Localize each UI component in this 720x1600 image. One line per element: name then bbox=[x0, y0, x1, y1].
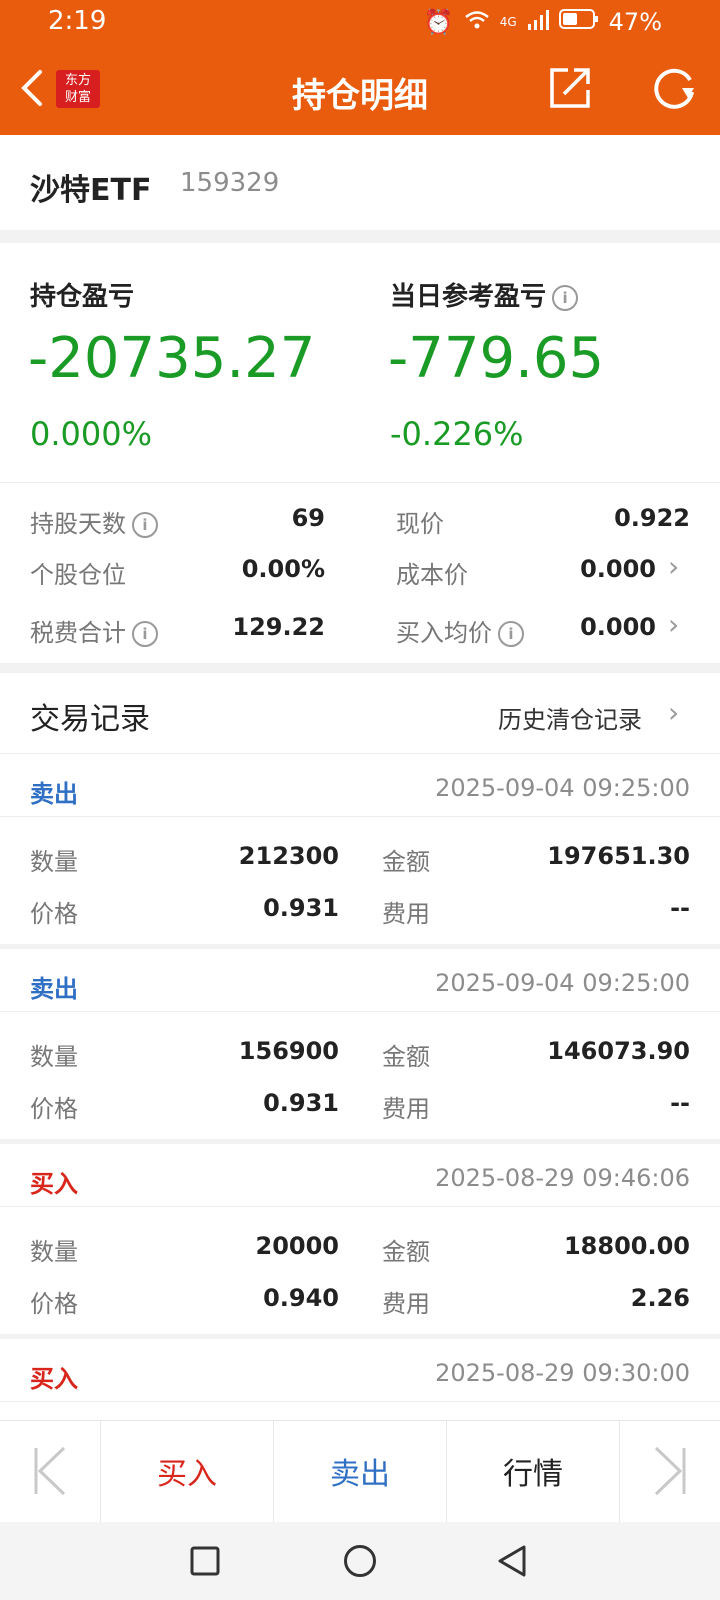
trade-time: 2025-09-04 09:25:00 bbox=[435, 969, 690, 997]
recent-apps-button[interactable] bbox=[190, 1546, 220, 1576]
price-label: 价格 bbox=[30, 900, 78, 928]
info-icon[interactable]: i bbox=[132, 621, 158, 647]
qty-value: 156900 bbox=[238, 1037, 339, 1065]
refresh-icon bbox=[654, 68, 694, 109]
holding-pl-value: -20735.27 bbox=[28, 326, 316, 391]
avg-value[interactable]: 0.000 bbox=[580, 613, 656, 641]
tax-label-wrap: 税费合计 i bbox=[30, 613, 158, 648]
trade-time: 2025-08-29 09:46:06 bbox=[435, 1164, 690, 1192]
fee-value: -- bbox=[670, 894, 690, 922]
skip-next-icon bbox=[654, 1446, 686, 1496]
trade-time: 2025-09-04 09:25:00 bbox=[435, 774, 690, 802]
status-time: 2:19 bbox=[48, 6, 107, 36]
amount-label: 金额 bbox=[382, 1238, 430, 1266]
share-icon bbox=[550, 68, 590, 108]
trade-records-title: 交易记录 bbox=[30, 702, 150, 737]
holding-pl-percent: 0.000% bbox=[30, 415, 153, 453]
cost-value[interactable]: 0.000 bbox=[580, 555, 656, 583]
divider bbox=[0, 482, 720, 483]
page-title: 持仓明细 bbox=[292, 76, 428, 116]
share-button[interactable] bbox=[548, 66, 592, 110]
qty-value: 212300 bbox=[238, 842, 339, 870]
next-stock-button[interactable] bbox=[620, 1420, 720, 1522]
price-label: 现价 bbox=[396, 510, 444, 538]
quote-button[interactable]: 行情 bbox=[447, 1420, 619, 1522]
qty-label: 数量 bbox=[30, 1238, 78, 1266]
buy-button[interactable]: 买入 bbox=[101, 1420, 273, 1522]
back-nav-button[interactable] bbox=[496, 1544, 528, 1578]
refresh-button[interactable] bbox=[652, 66, 698, 112]
trade-time: 2025-08-29 09:30:00 bbox=[435, 1359, 690, 1387]
previous-stock-button[interactable] bbox=[0, 1420, 100, 1522]
status-icons: ⏰ 4G 47% bbox=[424, 8, 662, 36]
avg-label-wrap[interactable]: 买入均价 i bbox=[396, 613, 524, 648]
trade-type: 买入 bbox=[30, 1170, 78, 1198]
divider bbox=[0, 1206, 720, 1207]
amount-label: 金额 bbox=[382, 848, 430, 876]
avg-label: 买入均价 bbox=[396, 619, 492, 647]
battery-icon bbox=[558, 8, 599, 36]
day-pl-label-wrap: 当日参考盈亏 i bbox=[390, 276, 579, 313]
days-label: 持股天数 bbox=[30, 510, 126, 538]
tax-label: 税费合计 bbox=[30, 619, 126, 647]
network-label: 4G bbox=[499, 15, 517, 29]
qty-label: 数量 bbox=[30, 1043, 78, 1071]
price-value: 0.931 bbox=[263, 1089, 339, 1117]
price-label: 价格 bbox=[30, 1095, 78, 1123]
wifi-icon bbox=[464, 8, 490, 36]
qty-value: 20000 bbox=[255, 1232, 340, 1260]
skip-previous-icon bbox=[34, 1446, 66, 1496]
divider bbox=[0, 816, 720, 817]
trade-type: 买入 bbox=[30, 1365, 78, 1393]
fee-value: -- bbox=[670, 1089, 690, 1117]
stock-code: 159329 bbox=[180, 168, 280, 198]
amount-value: 18800.00 bbox=[563, 1232, 690, 1260]
stock-name: 沙特ETF bbox=[30, 173, 152, 208]
info-icon[interactable]: i bbox=[498, 621, 524, 647]
square-icon bbox=[190, 1546, 220, 1576]
alarm-icon: ⏰ bbox=[423, 8, 454, 36]
signal-icon bbox=[527, 8, 549, 36]
fee-label: 费用 bbox=[382, 900, 430, 928]
position-value: 0.00% bbox=[241, 555, 325, 583]
history-link[interactable]: 历史清仓记录 bbox=[498, 700, 642, 735]
circle-icon bbox=[344, 1545, 376, 1577]
trade-type: 卖出 bbox=[30, 975, 78, 1003]
chevron-right-icon[interactable]: › bbox=[668, 550, 679, 583]
tax-value: 129.22 bbox=[232, 613, 325, 641]
price-value: 0.922 bbox=[614, 504, 690, 532]
home-button[interactable] bbox=[343, 1544, 377, 1578]
battery-level: 47% bbox=[608, 8, 662, 36]
trade-type: 卖出 bbox=[30, 780, 78, 808]
triangle-back-icon bbox=[498, 1545, 526, 1577]
fee-value: 2.26 bbox=[630, 1284, 690, 1312]
day-pl-percent: -0.226% bbox=[390, 415, 524, 453]
amount-value: 197651.30 bbox=[547, 842, 690, 870]
amount-label: 金额 bbox=[382, 1043, 430, 1071]
chevron-right-icon[interactable]: › bbox=[668, 696, 679, 729]
sell-button[interactable]: 卖出 bbox=[274, 1420, 446, 1522]
holding-pl-label: 持仓盈亏 bbox=[30, 282, 135, 312]
info-icon[interactable]: i bbox=[552, 284, 579, 311]
days-value: 69 bbox=[291, 504, 325, 532]
divider bbox=[0, 1011, 720, 1012]
qty-label: 数量 bbox=[30, 848, 78, 876]
day-pl-value: -779.65 bbox=[388, 326, 605, 391]
position-label: 个股仓位 bbox=[30, 561, 126, 589]
price-value: 0.940 bbox=[263, 1284, 339, 1312]
day-pl-label: 当日参考盈亏 bbox=[390, 282, 547, 312]
price-label: 价格 bbox=[30, 1290, 78, 1318]
price-value: 0.931 bbox=[263, 894, 339, 922]
fee-label: 费用 bbox=[382, 1290, 430, 1318]
fee-label: 费用 bbox=[382, 1095, 430, 1123]
cost-label[interactable]: 成本价 bbox=[396, 555, 468, 590]
chevron-right-icon[interactable]: › bbox=[668, 608, 679, 641]
divider bbox=[0, 1401, 720, 1402]
info-icon[interactable]: i bbox=[132, 512, 158, 538]
amount-value: 146073.90 bbox=[547, 1037, 690, 1065]
days-label-wrap: 持股天数 i bbox=[30, 504, 158, 539]
